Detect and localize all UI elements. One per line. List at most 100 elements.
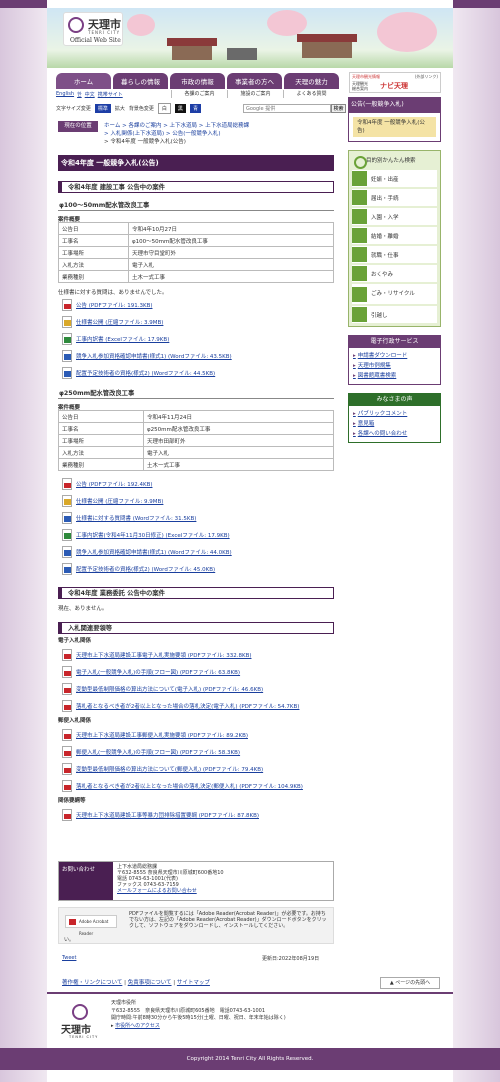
file-link[interactable]: 変動型最低制限価格の算出方法について(郵便入札) (PDFファイル: 79.4K… <box>76 765 263 773</box>
file-link[interactable]: 天理市上下水道局建設工事等暴力団排除措置要綱 (PDFファイル: 87.8KB) <box>76 811 259 819</box>
site-header: 天理市 TENRI CITY Official Web Site <box>47 8 453 68</box>
pdf-file-icon <box>62 699 72 712</box>
project-summary-table: 公告日 令和4年10月27日 工事名 φ100～50mm配水管改良工事 工事場所 天理… <box>58 222 334 283</box>
file-link[interactable]: 天理市上下水道局建設工事郵便入札実施要領 (PDFファイル: 89.2KB) <box>76 731 248 739</box>
breadcrumb-line[interactable]: ホーム > 各課のご案内 > 上下水道局 > 上下水道局総務課 <box>104 122 334 130</box>
footer-address: 天理市役所 〒632-8555 奈良県天理市川原城町605番地 電話0743-6… <box>111 1000 286 1029</box>
bg-black-button[interactable]: 黒 <box>174 104 186 113</box>
file-link[interactable]: 天理市上下水道局建設工事電子入札実施要領 (PDFファイル: 332.8KB) <box>76 651 251 659</box>
file-link[interactable]: 電子入札(一般競争入札)の手順(フロー図) (PDFファイル: 63.8KB) <box>76 668 240 676</box>
tourism-banner[interactable]: 天理市観光情報 (外部リンク) 天理観光 総合案内 ナビ天理 <box>349 72 441 93</box>
file-link[interactable]: 仕様書公開 (圧縮ファイル: 3.9MB) <box>76 318 163 326</box>
lang-chinese-link[interactable]: 中文 <box>85 91 95 98</box>
sitemap-link[interactable]: サイトマップ <box>177 980 210 986</box>
mail-form-link[interactable]: メールフォームによるお問い合わせ <box>117 888 197 894</box>
lang-korean-link[interactable]: 한 <box>77 91 82 98</box>
file-link[interactable]: 仕様書公開 (圧縮ファイル: 9.9MB) <box>76 497 163 505</box>
pdf-file-icon <box>62 745 72 758</box>
sidebar-current-item[interactable]: 令和4年度 一般競争入札(公告) <box>353 117 436 137</box>
section-heading: 令和4年度 業務委託 公告中の案件 <box>58 587 334 599</box>
facilities-link[interactable]: 施設のご案内 <box>227 90 283 98</box>
breadcrumb-line: > 令和4年度 一般競争入札(公告) <box>104 139 186 145</box>
building-graphic <box>227 48 257 60</box>
file-link[interactable]: 競争入札参加資格確認申請書(様式1) (Wordファイル: 44.0KB) <box>76 548 232 556</box>
city-regulations-link[interactable]: 天理市例規集 <box>353 361 436 371</box>
guide-item-pregnancy[interactable]: 妊娠・出産 <box>352 170 437 187</box>
faq-link[interactable]: よくある質問 <box>283 90 339 98</box>
document-icon <box>352 190 367 205</box>
file-link[interactable]: 落札者となるべき者が2者以上となった場合の落札決定(電子入札) (PDFファイル… <box>76 702 299 710</box>
page-top-button[interactable]: ▲ ページの先頭へ <box>380 977 440 989</box>
school-icon <box>352 209 367 224</box>
tab-government[interactable]: 市政の情報 <box>170 73 225 89</box>
font-standard-button[interactable]: 標準 <box>94 104 111 113</box>
lang-english-link[interactable]: English <box>56 91 74 97</box>
file-link[interactable]: 公告 (PDFファイル: 191.3KB) <box>76 301 152 309</box>
page-bg-right <box>453 0 500 1082</box>
section-heading: 入札関連要領等 <box>58 622 334 634</box>
file-item: 天理市上下水道局建設工事等暴力団排除措置要綱 (PDFファイル: 87.8KB) <box>58 806 334 823</box>
guide-item-condolence[interactable]: おくやみ <box>352 265 437 282</box>
guide-item-jobs[interactable]: 就職・仕事 <box>352 246 437 263</box>
tab-attractions[interactable]: 天理の魅力 <box>284 73 339 89</box>
search-input[interactable] <box>243 104 331 113</box>
building-graphic <box>172 46 212 60</box>
guide-item-procedures[interactable]: 届出・手続 <box>352 189 437 206</box>
question-note: 仕様書に対する質問は、ありませんでした。 <box>58 290 168 296</box>
guide-item-garbage[interactable]: ごみ・リサイクル <box>352 284 437 304</box>
breadcrumb-line[interactable]: > 入札関係(上下水道局) > 公告(一般競争入札) <box>104 130 334 138</box>
table-row: 工事名 φ250mm配水管改良工事 <box>58 422 334 435</box>
guide-item-marriage[interactable]: 結婚・離婚 <box>352 227 437 244</box>
site-logo[interactable]: 天理市 TENRI CITY Official Web Site <box>63 12 123 46</box>
pdf-file-icon <box>62 665 72 678</box>
e-services-heading: 電子行政サービス <box>348 335 441 348</box>
adobe-reader-download-button[interactable]: Adobe Acrobat Reader <box>65 915 117 936</box>
file-link[interactable]: 公告 (PDFファイル: 192.4KB) <box>76 480 152 488</box>
file-link[interactable]: 工事内訳書 (Excelファイル: 17.9KB) <box>76 335 169 343</box>
font-large-button[interactable]: 拡大 <box>115 105 125 112</box>
cherry-tree-graphic <box>267 10 307 36</box>
library-search-link[interactable]: 図書館蔵書検索 <box>353 371 436 381</box>
disclaimer-link[interactable]: 免責事項について <box>128 980 172 986</box>
file-link[interactable]: 配置予定技術者の資格(様式2) (Wordファイル: 44.5KB) <box>76 369 215 377</box>
guide-item-moving[interactable]: 引越し <box>352 306 437 323</box>
file-link[interactable]: 競争入札参加資格確認申請書(様式1) (Wordファイル: 43.5KB) <box>76 352 232 360</box>
file-item: 配置予定技術者の資格(様式2) (Wordファイル: 44.5KB) <box>58 364 334 381</box>
copyright-link[interactable]: 著作権・リンクについて <box>62 980 122 986</box>
flower-icon <box>352 266 367 281</box>
access-link[interactable]: 市役所へのアクセス <box>115 1023 160 1029</box>
file-link[interactable]: 変動型最低制限価格の算出方法について(電子入札) (PDFファイル: 46.6K… <box>76 685 263 693</box>
truck-icon <box>352 307 367 322</box>
mobile-site-link[interactable]: 携帯サイト <box>98 91 123 98</box>
file-item: 天理市上下水道局建設工事郵便入札実施要領 (PDFファイル: 89.2KB) <box>58 726 334 743</box>
table-row: 公告日 令和4年10月27日 <box>58 222 334 235</box>
public-comment-link[interactable]: パブリックコメント <box>353 409 436 419</box>
sidebar-heading[interactable]: 公告(一般競争入札) <box>348 97 441 113</box>
opinion-box-link[interactable]: 意見箱 <box>353 419 436 429</box>
building-roof-graphic <box>167 38 217 46</box>
word-file-icon <box>62 545 72 558</box>
tweet-link[interactable]: Tweet <box>62 955 76 961</box>
sub-nav: English 한 中文 携帯サイト 各課のご案内 施設のご案内 よくある質問 <box>56 90 339 98</box>
departments-link[interactable]: 各課のご案内 <box>171 90 227 98</box>
bg-white-button[interactable]: 白 <box>157 103 171 114</box>
tab-home[interactable]: ホーム <box>56 73 111 89</box>
file-link[interactable]: 郵便入札(一般競争入札)の手順(フロー図) (PDFファイル: 58.3KB) <box>76 748 240 756</box>
cherry-tree-graphic <box>127 14 155 36</box>
table-row: 工事名 φ100～50mm配水管改良工事 <box>58 234 334 247</box>
guide-item-school[interactable]: 入園・入学 <box>352 208 437 225</box>
search-button[interactable]: 検索 <box>331 104 346 113</box>
file-link[interactable]: 配置予定技術者の資格(様式2) (Wordファイル: 45.0KB) <box>76 565 215 573</box>
application-forms-link[interactable]: 申請書ダウンロード <box>353 351 436 361</box>
tab-business[interactable]: 事業者の方へ <box>227 73 282 89</box>
file-link[interactable]: 落札者となるべき者が2者以上となった場合の落札決定(郵便入札) (PDFファイル… <box>76 782 303 790</box>
project-summary-table: 公告日 令和4年11月24日 工事名 φ250mm配水管改良工事 工事場所 天理市田部… <box>58 410 334 471</box>
tab-living[interactable]: 暮らしの情報 <box>113 73 168 89</box>
e-services: 電子行政サービス 申請書ダウンロード 天理市例規集 図書館蔵書検索 <box>348 335 441 385</box>
breadcrumb-trail[interactable]: ホーム > 各課のご案内 > 上下水道局 > 上下水道局総務課 > 入札関係(上… <box>104 122 334 146</box>
file-link[interactable]: 仕様書に対する質問書 (Wordファイル: 31.5KB) <box>76 514 196 522</box>
sidebar: 公告(一般競争入札) 令和4年度 一般競争入札(公告) 目的別かんたん検索 妊娠… <box>348 97 441 443</box>
department-inquiry-link[interactable]: 各課への問い合わせ <box>353 429 436 439</box>
file-link[interactable]: 工事内訳書(令和4年11月30日修正) (Excelファイル: 17.9KB) <box>76 531 230 539</box>
bg-blue-button[interactable]: 青 <box>189 104 201 113</box>
